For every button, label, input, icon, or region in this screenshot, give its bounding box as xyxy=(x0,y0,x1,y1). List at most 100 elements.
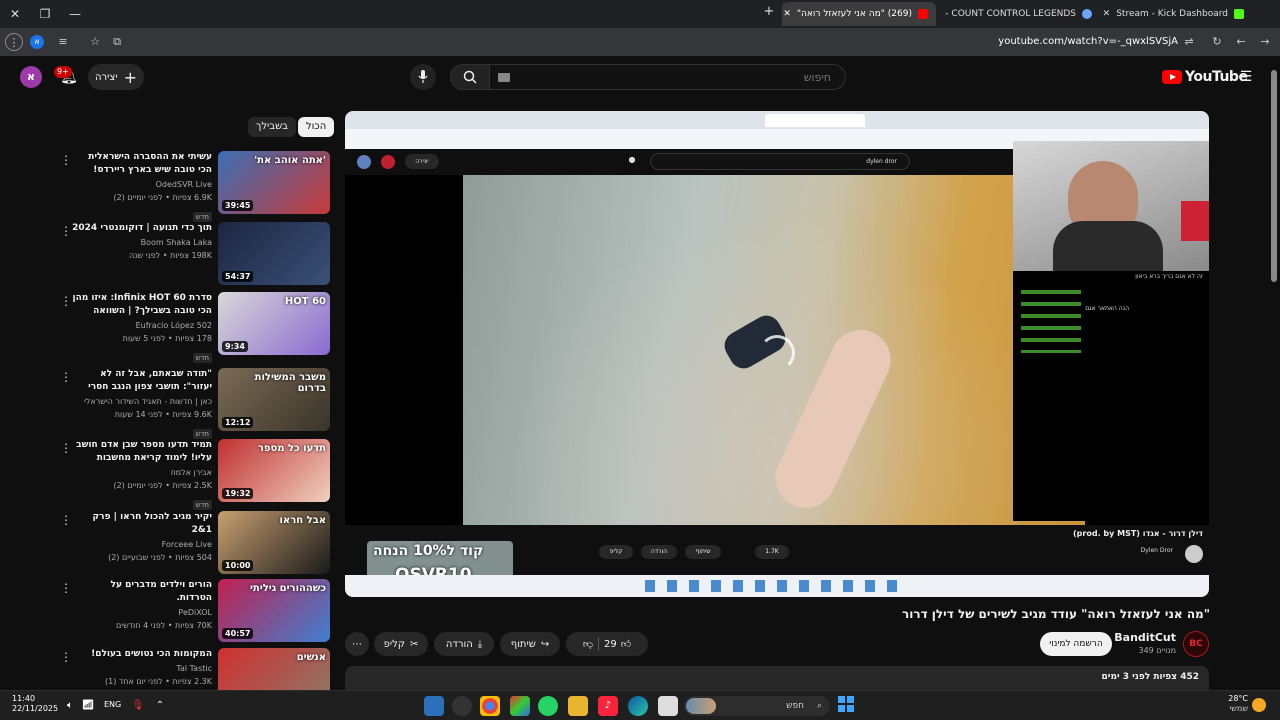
channel-name[interactable]: Tal Tastic xyxy=(72,662,212,675)
recommendation-item[interactable]: כשההורים גיליתי 40:57 הורים וילדים מדברים … xyxy=(60,579,330,643)
search-input[interactable] xyxy=(490,65,845,89)
browser-menu-icon[interactable]: ⋮ xyxy=(5,33,23,51)
youtube-logo[interactable]: YouTube xyxy=(1162,68,1248,86)
recommendation-item[interactable]: 'אתה אוהב את' 39:45 עשיתי את ההסברה הישראל… xyxy=(60,151,330,222)
whatsapp-icon[interactable] xyxy=(538,696,558,716)
site-settings-icon[interactable]: ⇌ xyxy=(1180,33,1198,51)
channel-name[interactable]: אבירן אלמוז xyxy=(72,466,212,479)
minimize-window-icon[interactable]: — xyxy=(64,4,86,24)
channel-name[interactable]: OdedSVR Live xyxy=(72,178,212,191)
wifi-icon[interactable]: 📶︎ xyxy=(78,696,98,716)
more-options-icon[interactable]: ⋮ xyxy=(60,153,72,167)
thumbs-down-icon[interactable]: 👎︎ xyxy=(583,638,593,650)
clip-label: קליפ xyxy=(383,638,405,650)
recommendation-item[interactable]: משבר המשילות בדרום 12:12 "תודה שבאתם, אבל … xyxy=(60,368,330,439)
chip-for-you[interactable]: בשבילך xyxy=(248,117,296,137)
recommendation-item[interactable]: HOT 60 9:34 סדרת Infinix HOT 60: איזו מהן … xyxy=(60,292,330,363)
scrollbar-thumb[interactable] xyxy=(1271,70,1277,282)
obs-icon[interactable] xyxy=(452,696,472,716)
video-title[interactable]: יקיר מגיב להכול חראו | פרק 1&2 xyxy=(72,511,212,537)
new-tab-button[interactable]: + xyxy=(762,5,776,19)
app-icon-1[interactable] xyxy=(424,696,444,716)
video-title[interactable]: עשיתי את ההסברה הישראלית הכי טובה שיש בא… xyxy=(72,151,212,177)
url-input[interactable]: youtube.com/watch?v=-_qwxlSVSjA xyxy=(980,34,1178,50)
clock[interactable]: 11:40 22/11/2025 xyxy=(12,694,58,714)
file-explorer-icon[interactable] xyxy=(568,696,588,716)
channel-name[interactable]: Eufracio López 502 xyxy=(72,319,212,332)
video-thumbnail[interactable]: HOT 60 9:34 xyxy=(218,292,330,355)
reading-list-icon[interactable]: ≡ xyxy=(54,33,72,51)
search-button[interactable] xyxy=(450,64,490,90)
voice-search-icon[interactable] xyxy=(410,64,436,90)
notepad-icon[interactable] xyxy=(658,696,678,716)
inner-search-box: dylen dror xyxy=(650,153,910,170)
more-actions-icon[interactable]: ⋯ xyxy=(345,632,369,656)
video-title[interactable]: תמיד תדעו מספר שבן אדם חושב עליו! לימוד … xyxy=(72,439,212,465)
channel-name[interactable]: כאן | חדשות - תאגיד השידור הישראלי xyxy=(72,395,212,408)
close-window-icon[interactable]: ✕ xyxy=(4,4,26,24)
channel-avatar[interactable]: BC xyxy=(1183,631,1209,657)
tab-count-control-legends[interactable]: COUNT CONTROL LEGENDS - ✕ xyxy=(940,2,1100,26)
avatar[interactable]: א xyxy=(20,66,42,88)
recommendation-item[interactable]: אבל חראו 10:00 יקיר מגיב להכול חראו | פרק … xyxy=(60,511,330,575)
more-options-icon[interactable]: ⋮ xyxy=(60,513,72,527)
clip-button[interactable]: ✂ קליפ xyxy=(374,632,428,656)
hamburger-menu-icon[interactable]: ☰ xyxy=(1236,68,1256,86)
create-button[interactable]: יצירה + xyxy=(88,64,144,90)
video-thumbnail[interactable]: תדעו כל מספר 19:32 xyxy=(218,439,330,502)
chrome-icon[interactable] xyxy=(480,696,500,716)
more-options-icon[interactable]: ⋮ xyxy=(60,224,72,238)
microphone-icon[interactable]: 🎙︎ xyxy=(128,696,148,716)
back-icon[interactable]: → xyxy=(1256,33,1274,51)
close-tab-icon[interactable]: ✕ xyxy=(783,2,791,26)
video-thumbnail[interactable]: משבר המשילות בדרום 12:12 xyxy=(218,368,330,431)
description-box[interactable]: 452 צפיות לפני 3 ימים xyxy=(345,666,1209,690)
video-thumbnail[interactable]: כשההורים גיליתי 40:57 xyxy=(218,579,330,642)
channel-name[interactable]: PeDiXOL xyxy=(72,606,212,619)
reload-icon[interactable]: ↻ xyxy=(1208,33,1226,51)
more-options-icon[interactable]: ⋮ xyxy=(60,441,72,455)
video-title[interactable]: "תודה שבאתם, אבל זה לא יעזור": תושבי צפו… xyxy=(72,368,212,394)
video-player[interactable]: יצירה ● dylen dror זה לא אגם בריך ברא בי… xyxy=(345,111,1209,597)
close-tab-icon[interactable]: ✕ xyxy=(1103,2,1111,26)
more-options-icon[interactable]: ⋮ xyxy=(60,294,72,308)
video-title[interactable]: סדרת Infinix HOT 60: איזו מהן הכי טובה ב… xyxy=(72,292,213,318)
tray-expand-icon[interactable]: ⌃ xyxy=(150,696,170,716)
video-info: הורים וילדים מדברים על הטרדות. PeDiXOL 70K… xyxy=(72,579,212,632)
recommendation-item[interactable]: תדעו כל מספר 19:32 תמיד תדעו מספר שבן אדם … xyxy=(60,439,330,510)
download-button[interactable]: ⤓ הורדה xyxy=(434,632,494,656)
volume-icon[interactable]: 🔈︎ xyxy=(60,696,80,716)
windows-start-icon[interactable] xyxy=(838,696,854,712)
edge-icon[interactable] xyxy=(628,696,648,716)
channel-name[interactable]: Boom Shaka Laka xyxy=(72,236,212,249)
video-thumbnail[interactable]: אבל חראו 10:00 xyxy=(218,511,330,574)
bookmark-star-icon[interactable]: ☆ xyxy=(86,33,104,51)
forward-icon[interactable]: ← xyxy=(1232,33,1250,51)
video-title[interactable]: הורים וילדים מדברים על הטרדות. xyxy=(72,579,212,605)
more-options-icon[interactable]: ⋮ xyxy=(60,370,72,384)
video-title[interactable]: תוך כדי תנועה | דוקומנטרי 2024 xyxy=(72,222,212,235)
channel-name[interactable]: Forceee Live xyxy=(72,538,212,551)
taskbar-search[interactable]: חפש ⌕ xyxy=(684,696,830,716)
more-options-icon[interactable]: ⋮ xyxy=(60,650,72,664)
restore-window-icon[interactable]: ❐ xyxy=(34,4,56,24)
recommendation-item[interactable]: 54:37 תוך כדי תנועה | דוקומנטרי 2024 Boom … xyxy=(60,222,330,286)
like-button[interactable]: 👍︎ 29 xyxy=(604,638,631,651)
share-button[interactable]: ↪ שיתוף xyxy=(500,632,560,656)
video-thumbnail[interactable]: 'אתה אוהב את' 39:45 xyxy=(218,151,330,214)
browser-tab-bar: ✕ ❐ — + (269) "מה אני לעזאזל רואה" ✕ COU… xyxy=(0,0,1280,28)
subscribe-button[interactable]: הרשמה למינוי xyxy=(1040,632,1112,656)
tab-kick-dashboard[interactable]: Stream - Kick Dashboard ✕ xyxy=(1102,2,1252,26)
chip-all[interactable]: הכול xyxy=(298,117,335,137)
screenshot-icon[interactable]: ⧉ xyxy=(108,33,126,51)
keyboard-icon[interactable] xyxy=(498,73,510,82)
video-thumbnail[interactable]: 54:37 xyxy=(218,222,330,285)
music-icon[interactable]: ♪ xyxy=(598,696,618,716)
language-indicator[interactable]: ENG xyxy=(104,700,121,709)
weather-widget[interactable]: 28°C שמשי xyxy=(1222,694,1248,714)
more-options-icon[interactable]: ⋮ xyxy=(60,581,72,595)
profile-icon[interactable]: א xyxy=(30,35,44,49)
colorful-app-icon[interactable] xyxy=(510,696,530,716)
video-title[interactable]: המקומות הכי נטושים בעולם! xyxy=(72,648,212,661)
tab-youtube-video[interactable]: (269) "מה אני לעזאזל רואה" ✕ xyxy=(782,2,936,26)
